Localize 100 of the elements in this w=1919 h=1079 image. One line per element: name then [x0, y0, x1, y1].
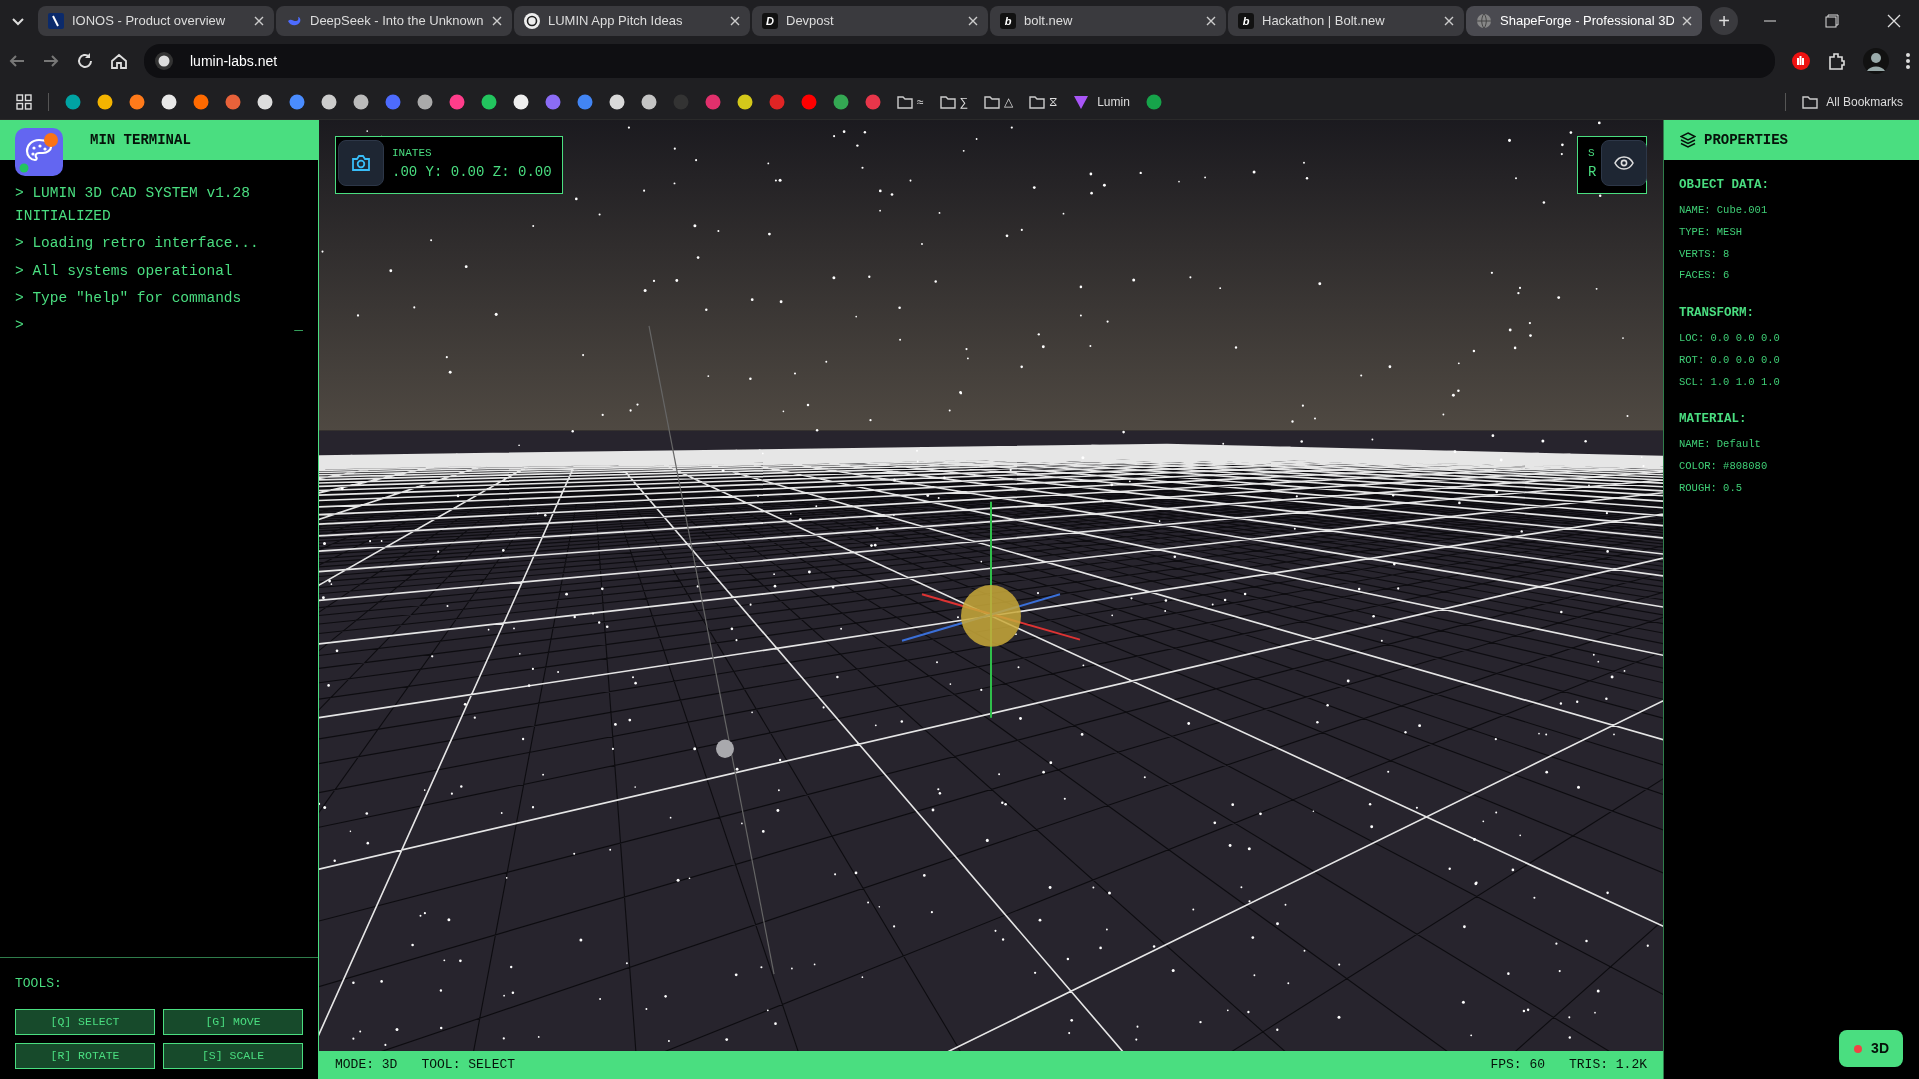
bookmark-folder[interactable]: ≈: [897, 92, 924, 111]
all-bookmarks-link[interactable]: All Bookmarks: [1802, 92, 1903, 111]
v-logo-icon: [1073, 93, 1090, 110]
bookmark-favicon-icon[interactable]: [129, 93, 145, 110]
browser-tab[interactable]: IONOS - Product overview: [38, 6, 274, 36]
extensions-icon[interactable]: [1827, 51, 1847, 71]
browser-tab[interactable]: b Hackathon | Bolt.new: [1228, 6, 1464, 36]
folder-icon: [939, 94, 956, 109]
layers-icon: [1680, 132, 1696, 148]
status-text: TOOL: SELECT: [421, 1056, 516, 1075]
bookmark-favicon-icon[interactable]: [193, 93, 209, 110]
camera-icon: [351, 154, 371, 172]
panel-title: PROPERTIES: [1704, 130, 1788, 150]
bookmark-folder[interactable]: ∑: [939, 92, 969, 111]
tab-title: bolt.new: [1024, 12, 1074, 31]
terminal-line: > All systems operational: [15, 261, 234, 281]
browser-tab[interactable]: LUMIN App Pitch Ideas: [514, 6, 750, 36]
status-text: MODE: 3D: [335, 1056, 398, 1075]
browser-tab[interactable]: DeepSeek - Into the Unknown: [276, 6, 512, 36]
eye-icon: [1614, 156, 1634, 170]
close-icon[interactable]: [968, 16, 978, 26]
bookmark-label: Lumin: [1097, 93, 1130, 111]
bookmark-label: All Bookmarks: [1826, 93, 1903, 111]
tab-title: Hackathon | Bolt.new: [1262, 12, 1386, 31]
tool-button[interactable]: [S] SCALE: [163, 1043, 303, 1069]
property-row-text: VERTS: 8: [1679, 246, 1731, 262]
camera-button[interactable]: [338, 140, 384, 186]
close-icon[interactable]: [1887, 14, 1901, 28]
tool-button[interactable]: [Q] SELECT: [15, 1009, 155, 1035]
section-heading: OBJECT DATA:: [1679, 178, 1770, 193]
property-row-text: COLOR: #808080: [1679, 459, 1769, 474]
tool-button[interactable]: [G] MOVE: [163, 1009, 303, 1035]
tab-title: ShapeForge - Professional 3D: [1500, 12, 1674, 31]
bookmark-favicon-icon[interactable]: [161, 93, 177, 110]
close-icon[interactable]: [1206, 16, 1216, 26]
terminal-line: > Loading retro interface...: [15, 234, 260, 254]
tools-heading: TOOLS:: [15, 974, 63, 993]
bookmark-folder[interactable]: ⧖: [1029, 92, 1058, 111]
terminal-prompt: >: [15, 315, 24, 335]
property-row-text: TYPE: MESH: [1679, 224, 1743, 240]
close-icon[interactable]: [1444, 16, 1454, 26]
apps-grid-icon[interactable]: [16, 93, 32, 110]
sphere: [961, 585, 1021, 647]
status-text: FPS: 60: [1490, 1056, 1545, 1075]
bookmark-folder[interactable]: △: [984, 92, 1014, 111]
new-tab-button[interactable]: +: [1710, 7, 1738, 35]
property-row-text: NAME: Default: [1679, 437, 1762, 453]
visibility-button[interactable]: [1601, 140, 1647, 186]
tab-title: DeepSeek - Into the Unknown: [310, 12, 484, 31]
letter-favicon-icon: b: [1000, 13, 1016, 29]
bookmark-favicon-icon[interactable]: [481, 93, 497, 110]
panel-title: MIN TERMINAL: [90, 130, 191, 150]
cursor: _: [294, 315, 303, 335]
bookmark-favicon-icon[interactable]: [353, 93, 369, 110]
mode-badge[interactable]: 3D: [1839, 1030, 1903, 1067]
tab-title: LUMIN App Pitch Ideas: [548, 12, 684, 31]
property-row-text: ROT: 0.0 0.0 0.0: [1679, 352, 1781, 368]
status-text: TRIS: 1.2K: [1569, 1056, 1647, 1075]
bookmark-favicon-icon[interactable]: [513, 93, 529, 110]
browser-tab[interactable]: ShapeForge - Professional 3D: [1466, 6, 1702, 36]
profile-avatar-icon[interactable]: [1863, 48, 1889, 74]
browser-tab[interactable]: D Devpost: [752, 6, 988, 36]
folder-icon: [1029, 94, 1046, 109]
property-row-text: ROUGH: 0.5: [1679, 480, 1743, 496]
section-heading: MATERIAL:: [1679, 412, 1748, 428]
reload-icon[interactable]: [76, 52, 94, 70]
property-row-text: NAME: Cube.001: [1679, 203, 1769, 218]
browser-tab[interactable]: b bolt.new: [990, 6, 1226, 36]
close-icon[interactable]: [492, 16, 502, 26]
globe-icon: [1476, 13, 1492, 29]
bookmark-favicon-icon[interactable]: [257, 93, 273, 110]
terminal-line: > LUMIN 3D CAD SYSTEM v1.28 INITIALIZED: [15, 184, 251, 227]
restore-icon[interactable]: [1825, 14, 1839, 28]
address-bar[interactable]: lumin-labs.net: [144, 44, 1775, 78]
palette-icon[interactable]: [15, 128, 63, 176]
property-row-text: SCL: 1.0 1.0 1.0: [1679, 374, 1781, 390]
bookmark-link[interactable]: Lumin: [1073, 92, 1130, 111]
folder-label: ≈: [917, 93, 924, 111]
status-panel-text: R: [1588, 162, 1597, 182]
bookmark-favicon-icon[interactable]: [609, 93, 625, 110]
bookmark-favicon-icon[interactable]: [321, 93, 337, 110]
close-icon[interactable]: [1682, 16, 1692, 26]
small-sphere: [716, 739, 734, 758]
tool-button[interactable]: [R] ROTATE: [15, 1043, 155, 1069]
slash-favicon-icon: [48, 13, 64, 29]
close-icon[interactable]: [730, 16, 740, 26]
tab-title: Devpost: [786, 12, 835, 31]
close-icon[interactable]: [254, 16, 264, 26]
letter-favicon-icon: D: [762, 13, 778, 29]
coordinates-label: INATES: [392, 146, 432, 161]
dot-icon: [1853, 1043, 1864, 1054]
bookmark-favicon-icon[interactable]: [417, 93, 433, 110]
bookmark-favicon-icon[interactable]: [737, 93, 753, 110]
more-menu-icon[interactable]: [1905, 52, 1911, 70]
tab-title: IONOS - Product overview: [72, 12, 227, 31]
folder-icon: [1802, 94, 1819, 109]
bookmark-favicon-icon[interactable]: [641, 93, 657, 110]
home-icon[interactable]: [110, 52, 128, 70]
bookmark-favicon-icon[interactable]: [97, 93, 113, 110]
site-info-icon[interactable]: [154, 51, 174, 71]
